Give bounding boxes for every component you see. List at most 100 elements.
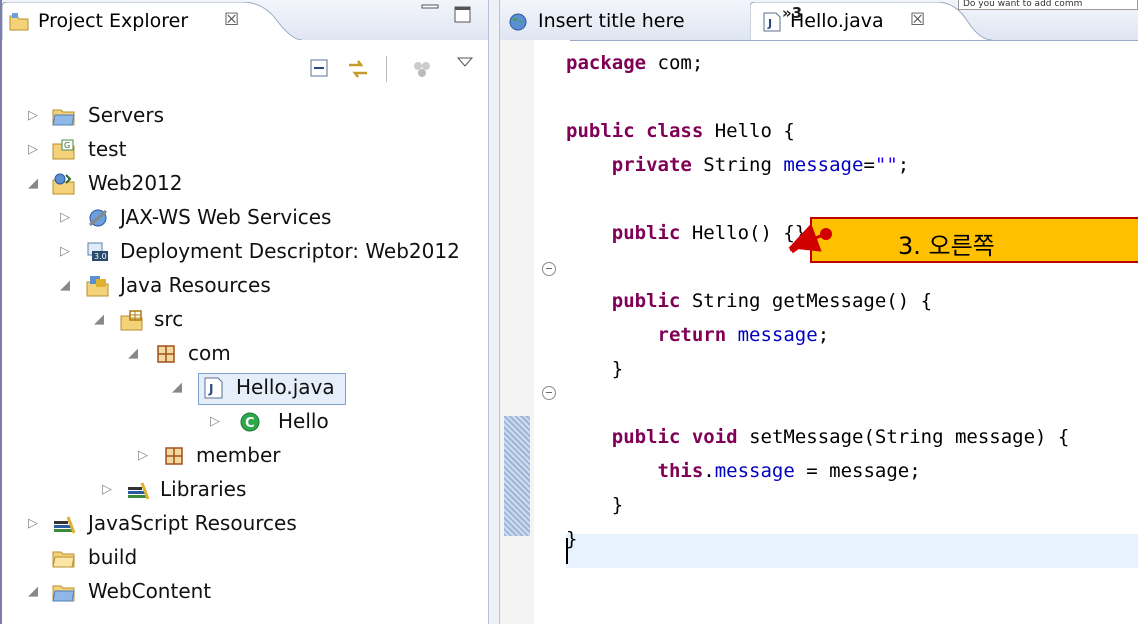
notification-popup[interactable]: Do you want to add comm: [958, 0, 1138, 10]
tree-item-servers[interactable]: ▷ Servers: [2, 100, 490, 134]
code-line: package com;: [566, 52, 704, 74]
expand-icon[interactable]: ▷: [60, 244, 70, 259]
collapse-icon[interactable]: ◢: [172, 380, 182, 395]
link-with-editor-icon[interactable]: [346, 57, 370, 81]
expand-icon[interactable]: ▷: [138, 448, 148, 463]
tree-item-javascript-resources[interactable]: ▷ JavaScript Resources: [2, 508, 490, 542]
tree-item-test[interactable]: ▷ G test: [2, 134, 490, 168]
tree-item-label: src: [154, 307, 184, 331]
tab-label: Hello.java: [790, 10, 884, 32]
panel-splitter[interactable]: [488, 0, 500, 624]
change-marker: [504, 416, 530, 536]
tab-label: Insert title here: [538, 10, 685, 32]
tree-item-label: member: [196, 443, 281, 467]
deployment-descriptor-icon: 3.0: [86, 241, 110, 263]
close-icon[interactable]: ☒: [224, 10, 239, 30]
class-icon: C: [238, 411, 262, 433]
tree-item-libraries[interactable]: ▷ Libraries: [2, 474, 490, 508]
code-line: }: [566, 358, 624, 380]
tree-item-label: JAX-WS Web Services: [120, 205, 332, 229]
tree-item-label: com: [188, 341, 231, 365]
collapse-icon[interactable]: ◢: [94, 312, 104, 327]
expand-icon[interactable]: ▷: [60, 210, 70, 225]
package-icon: [162, 445, 186, 467]
tree-item-label: test: [88, 137, 127, 161]
code-line: public void setMessage(String message) {: [611, 426, 1070, 448]
code-line: public class Hello {: [566, 120, 795, 142]
project-explorer-icon: [8, 12, 30, 32]
focus-task-icon[interactable]: [410, 57, 434, 81]
tree-item-webcontent[interactable]: ◢ WebContent: [2, 576, 490, 610]
toolbar-divider: [386, 56, 387, 82]
tree-item-label: Hello.java: [236, 375, 335, 399]
maximize-icon[interactable]: [454, 6, 472, 24]
project-explorer-tab[interactable]: Project Explorer ☒: [2, 2, 302, 40]
java-resources-icon: [86, 275, 110, 297]
project-explorer-tab-label: Project Explorer: [38, 10, 189, 32]
view-menu-icon[interactable]: [454, 54, 478, 78]
tree-item-member[interactable]: ▷ member: [2, 440, 490, 474]
folder-icon: [52, 581, 76, 603]
code-line: return message;: [657, 324, 830, 346]
code-line: private String message="";: [611, 154, 910, 176]
code-line: this.message = message;: [657, 460, 921, 482]
version-badge: 3.0: [94, 252, 107, 261]
libraries-icon: [126, 479, 150, 501]
tree-item-label: Java Resources: [120, 273, 271, 297]
fold-toggle-icon[interactable]: [542, 262, 556, 276]
tree-item-label: Hello: [278, 409, 329, 433]
tree-item-deployment-descriptor[interactable]: ▷ 3.0 Deployment Descriptor: Web2012: [2, 236, 490, 270]
svg-text:C: C: [245, 416, 255, 431]
svg-text:J: J: [767, 17, 772, 30]
collapse-icon[interactable]: ◢: [28, 584, 38, 599]
project-explorer-panel: Project Explorer ☒ ▷ Servers ▷ G test ◢ …: [0, 0, 490, 624]
tree-item-hello-class[interactable]: ▷ C Hello: [2, 406, 490, 440]
folder-icon: [52, 547, 76, 569]
tree-item-com[interactable]: ◢ com: [2, 338, 490, 372]
source-folder-icon: [120, 309, 144, 331]
close-icon[interactable]: ☒: [910, 10, 925, 30]
tree-item-label: Deployment Descriptor: Web2012: [120, 239, 460, 263]
editor-gutter: [534, 40, 570, 624]
tree-item-label: WebContent: [88, 579, 212, 603]
expand-icon[interactable]: ▷: [210, 414, 220, 429]
tree-item-src[interactable]: ◢ src: [2, 304, 490, 338]
expand-icon[interactable]: ▷: [28, 516, 38, 531]
project-explorer-tabbar: Project Explorer ☒: [2, 0, 490, 41]
tab-insert-title[interactable]: Insert title here: [500, 2, 750, 40]
editor-tabbar: Insert title here J Hello.java ☒ »3 Do y…: [500, 0, 1138, 41]
project-icon: G: [52, 139, 76, 161]
collapse-icon[interactable]: ◢: [28, 176, 38, 191]
svg-text:G: G: [64, 141, 70, 150]
collapse-icon[interactable]: ◢: [128, 346, 138, 361]
java-file-icon: J: [762, 12, 782, 32]
tree-item-hello-java[interactable]: ◢ J Hello.java: [2, 372, 490, 406]
tree-item-label: Servers: [88, 103, 165, 127]
tab-overflow-button[interactable]: »3: [782, 4, 802, 22]
expand-icon[interactable]: ▷: [28, 108, 38, 123]
text-cursor: [566, 538, 568, 564]
expand-icon[interactable]: ▷: [28, 142, 38, 157]
tree-item-build[interactable]: build: [2, 542, 490, 576]
project-explorer-toolbar: [2, 40, 490, 94]
tree-item-label: build: [88, 545, 138, 569]
tree-item-java-resources[interactable]: ◢ Java Resources: [2, 270, 490, 304]
web-project-icon: [52, 173, 76, 195]
libraries-icon: [52, 513, 76, 535]
minimize-icon[interactable]: [420, 2, 442, 18]
tree-item-label: JavaScript Resources: [88, 511, 297, 535]
code-line: }: [566, 494, 624, 516]
tree-item-web2012[interactable]: ◢ Web2012: [2, 168, 490, 202]
collapse-all-icon[interactable]: [308, 57, 332, 81]
tree-item-jax-ws[interactable]: ▷ JAX-WS Web Services: [2, 202, 490, 236]
annotation-callout: 3. 오른쪽: [810, 217, 1138, 263]
expand-icon[interactable]: ▷: [102, 482, 112, 497]
collapse-icon[interactable]: ◢: [60, 278, 70, 293]
overview-ruler: [500, 40, 534, 624]
folder-icon: [52, 105, 76, 127]
current-line-highlight: [566, 534, 1138, 568]
code-editor[interactable]: package com; public class Hello { private…: [566, 40, 1138, 624]
callout-text: 3. 오른쪽: [898, 232, 995, 260]
fold-toggle-icon[interactable]: [542, 386, 556, 400]
code-line: public String getMessage() {: [611, 290, 933, 312]
